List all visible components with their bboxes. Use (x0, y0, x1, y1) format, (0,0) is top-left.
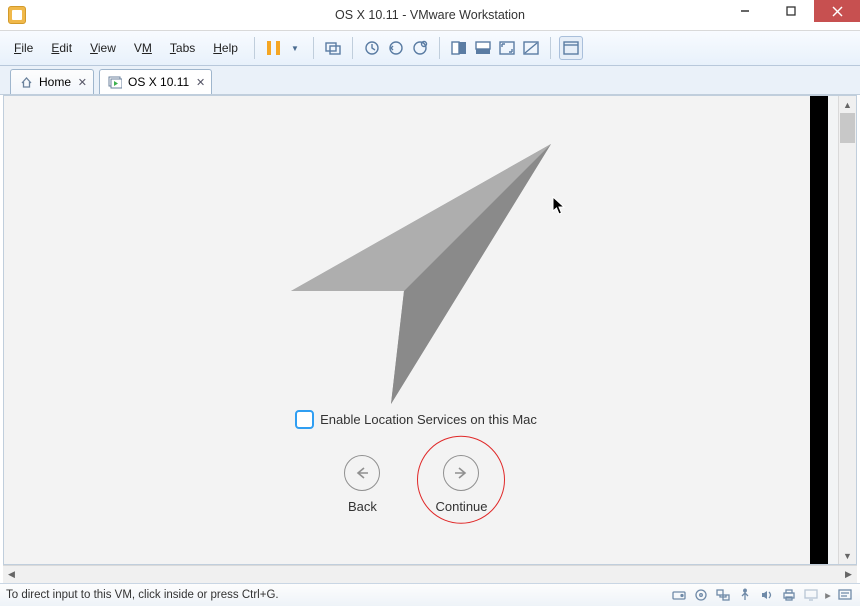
enable-location-row: Enable Location Services on this Mac (295, 410, 537, 429)
tab-home-label: Home (39, 75, 71, 89)
scroll-down-arrow-icon[interactable]: ▼ (839, 547, 856, 564)
network-adapter-icon[interactable] (714, 587, 732, 603)
vm-running-icon (108, 75, 122, 89)
thumbnail-bar-icon[interactable] (472, 37, 494, 59)
tab-home[interactable]: Home ✕ (10, 69, 94, 94)
hard-disk-icon[interactable] (670, 587, 688, 603)
back-button[interactable]: Back (344, 455, 380, 514)
continue-button[interactable]: Continue (435, 455, 487, 514)
printer-icon[interactable] (780, 587, 798, 603)
toolbar-separator (313, 37, 314, 59)
scroll-right-arrow-icon[interactable]: ▶ (840, 566, 857, 583)
content-area: Enable Location Services on this Mac Bac… (3, 95, 857, 565)
snapshot-take-icon[interactable] (361, 37, 383, 59)
continue-arrow-icon (443, 455, 479, 491)
enable-location-label: Enable Location Services on this Mac (320, 412, 537, 427)
vmware-app-icon (8, 6, 26, 24)
toolbar-separator (439, 37, 440, 59)
status-icons: ▸ (670, 587, 854, 603)
library-icon[interactable] (559, 36, 583, 60)
usb-icon[interactable] (736, 587, 754, 603)
toolbar-separator (352, 37, 353, 59)
home-icon (19, 75, 33, 89)
nav-row: Back Continue (344, 455, 487, 514)
toolbar-separator (550, 37, 551, 59)
maximize-button[interactable] (768, 0, 814, 22)
message-log-icon[interactable] (836, 587, 854, 603)
fullscreen-icon[interactable] (496, 37, 518, 59)
unity-icon[interactable] (520, 37, 542, 59)
send-ctrl-alt-del-icon[interactable] (322, 37, 344, 59)
menu-help[interactable]: Help (205, 37, 246, 59)
menu-view[interactable]: View (82, 37, 124, 59)
statusbar: To direct input to this VM, click inside… (0, 583, 860, 606)
status-hint: To direct input to this VM, click inside… (6, 589, 279, 601)
tab-osx[interactable]: OS X 10.11 ✕ (99, 69, 212, 94)
tabstrip: Home ✕ OS X 10.11 ✕ (0, 66, 860, 95)
tab-close-icon[interactable]: ✕ (196, 76, 205, 89)
device-menu-chevron-icon[interactable]: ▸ (824, 587, 832, 603)
continue-label: Continue (435, 499, 487, 514)
tab-close-icon[interactable]: ✕ (78, 76, 87, 89)
letterbox-bar (810, 96, 828, 564)
enable-location-checkbox[interactable] (295, 410, 314, 429)
display-icon[interactable] (802, 587, 820, 603)
scroll-left-arrow-icon[interactable]: ◀ (3, 566, 20, 583)
menu-edit[interactable]: Edit (43, 37, 80, 59)
menu-file[interactable]: File (6, 37, 41, 59)
snapshot-revert-icon[interactable] (385, 37, 407, 59)
minimize-button[interactable] (722, 0, 768, 22)
window-controls (722, 0, 860, 30)
titlebar: OS X 10.11 - VMware Workstation (0, 0, 860, 31)
cd-dvd-icon[interactable] (692, 587, 710, 603)
location-arrow-icon (251, 114, 581, 404)
snapshot-manager-icon[interactable] (409, 37, 431, 59)
show-console-icon[interactable] (448, 37, 470, 59)
tab-osx-label: OS X 10.11 (128, 75, 189, 89)
vm-viewport[interactable]: Enable Location Services on this Mac Bac… (4, 96, 828, 564)
back-label: Back (348, 499, 377, 514)
osx-setup-screen: Enable Location Services on this Mac Bac… (4, 96, 828, 564)
horizontal-scrollbar[interactable]: ◀ ▶ (3, 565, 857, 583)
close-button[interactable] (814, 0, 860, 22)
sound-icon[interactable] (758, 587, 776, 603)
menu-tabs[interactable]: Tabs (162, 37, 203, 59)
vertical-scrollbar[interactable]: ▲ ▼ (838, 96, 856, 564)
menubar: File Edit View VM Tabs Help ▼ (0, 31, 860, 66)
power-dropdown[interactable]: ▼ (291, 44, 299, 53)
app-window: OS X 10.11 - VMware Workstation File Edi… (0, 0, 860, 606)
back-arrow-icon (344, 455, 380, 491)
toolbar-separator (254, 37, 255, 59)
scroll-up-arrow-icon[interactable]: ▲ (839, 96, 856, 113)
scrollbar-track[interactable] (20, 567, 840, 582)
menu-vm[interactable]: VM (126, 37, 160, 59)
pause-button[interactable] (263, 37, 285, 59)
scrollbar-thumb[interactable] (840, 113, 855, 143)
